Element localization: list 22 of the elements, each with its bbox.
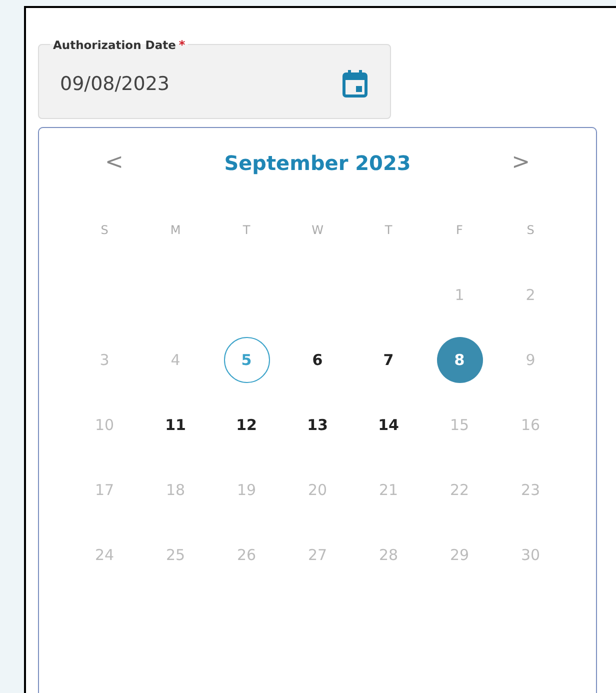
calendar-icon[interactable]: [342, 70, 368, 98]
calendar-day[interactable]: 6: [294, 336, 340, 382]
field-value: 09/08/2023: [60, 72, 170, 94]
weekday-label: T: [242, 222, 250, 236]
calendar-day[interactable]: 13: [294, 402, 340, 448]
weekday-label: S: [100, 222, 108, 236]
next-month-button[interactable]: >: [506, 150, 536, 175]
calendar-day[interactable]: 14: [366, 402, 412, 448]
weekday-label: S: [526, 222, 534, 236]
calendar-day[interactable]: 7: [366, 336, 412, 382]
calendar-day[interactable]: 12: [224, 402, 270, 448]
weekday-label: F: [456, 222, 463, 236]
calendar-day[interactable]: 11: [152, 402, 198, 448]
weekday-label: M: [170, 222, 181, 236]
weekday-label: W: [312, 222, 324, 236]
weekday-label: T: [384, 222, 392, 236]
field-label: Authorization Date: [53, 38, 176, 52]
calendar-day[interactable]: 5: [224, 336, 270, 382]
month-title: September 2023: [224, 150, 411, 174]
previous-month-button[interactable]: <: [99, 150, 130, 175]
calendar-day[interactable]: 8: [436, 336, 482, 382]
required-mark: *: [178, 38, 186, 52]
